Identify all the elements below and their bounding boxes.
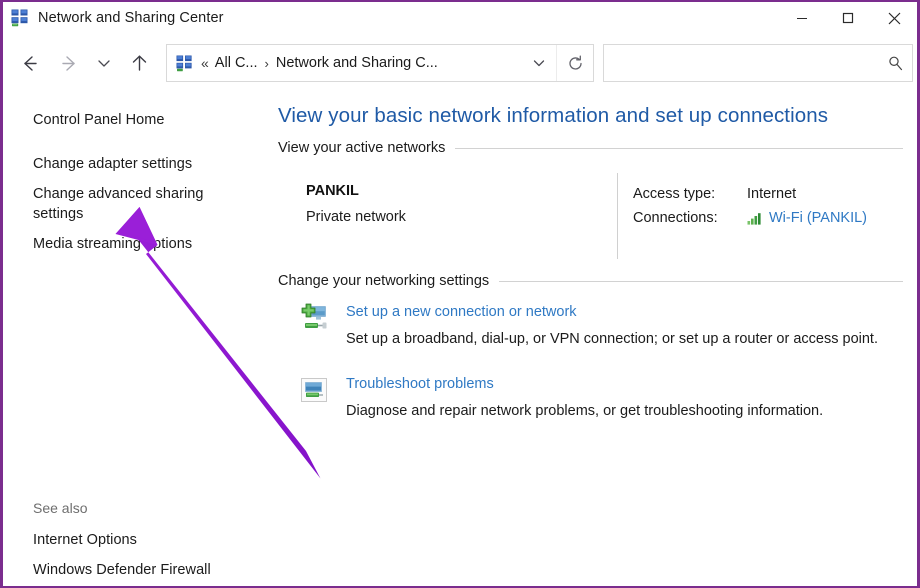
wifi-connection-link[interactable]: Wi-Fi (PANKIL): [769, 210, 867, 226]
breadcrumb-overflow[interactable]: «: [201, 55, 215, 71]
section-rule: [499, 280, 903, 282]
wifi-signal-icon: [747, 212, 763, 225]
breadcrumb-item-all-control-panel[interactable]: All C...: [215, 55, 258, 71]
network-name: PANKIL: [306, 183, 359, 199]
recent-locations-button[interactable]: [89, 43, 119, 83]
sidebar-item-control-panel-home[interactable]: Control Panel Home: [33, 110, 233, 130]
sidebar-item-windows-defender-firewall[interactable]: Windows Defender Firewall: [33, 560, 263, 580]
network-type: Private network: [306, 209, 406, 225]
back-button[interactable]: [9, 43, 49, 83]
network-icon: [11, 9, 29, 27]
search-input[interactable]: [614, 54, 878, 72]
sidebar-item-change-adapter-settings[interactable]: Change adapter settings: [33, 154, 233, 174]
page-title: View your basic network information and …: [278, 104, 829, 127]
section-rule: [455, 147, 903, 149]
sidebar-item-internet-options[interactable]: Internet Options: [33, 530, 243, 550]
search-box[interactable]: [603, 44, 913, 82]
network-sharing-center-window: Network and Sharing Center « All C... › …: [0, 0, 920, 588]
see-also-label: See also: [33, 500, 88, 516]
up-button[interactable]: [119, 43, 159, 83]
forward-button[interactable]: [49, 43, 89, 83]
content-area: Control Panel Home Change adapter settin…: [3, 90, 917, 586]
sidebar-item-media-streaming-options[interactable]: Media streaming options: [33, 234, 233, 254]
close-button[interactable]: [871, 2, 917, 34]
task-title-troubleshoot-problems[interactable]: Troubleshoot problems: [346, 376, 494, 392]
section-view-active-networks: View your active networks: [278, 140, 903, 156]
sidebar: Control Panel Home Change adapter settin…: [3, 90, 271, 586]
task-title-set-up-new-connection[interactable]: Set up a new connection or network: [346, 304, 577, 320]
access-type-label: Access type:: [633, 186, 716, 202]
task-description: Diagnose and repair network problems, or…: [346, 403, 824, 419]
main-pane: View your basic network information and …: [271, 90, 917, 586]
new-connection-icon: [298, 302, 330, 334]
minimize-button[interactable]: [779, 2, 825, 34]
access-type-value: Internet: [747, 186, 797, 202]
title-bar: Network and Sharing Center: [3, 2, 917, 34]
task-description: Set up a broadband, dial-up, or VPN conn…: [346, 331, 878, 347]
connections-value[interactable]: Wi-Fi (PANKIL): [747, 210, 867, 226]
search-icon[interactable]: [878, 55, 912, 72]
breadcrumb-separator[interactable]: ›: [258, 56, 276, 71]
caption-buttons: [779, 2, 917, 34]
sidebar-item-change-advanced-sharing-settings[interactable]: Change advanced sharing settings: [33, 184, 218, 224]
address-toolbar: « All C... › Network and Sharing C...: [3, 36, 917, 90]
section-label: View your active networks: [278, 140, 446, 156]
active-network-panel: PANKIL Private network Access type: Inte…: [278, 173, 903, 263]
address-dropdown-button[interactable]: [522, 45, 556, 81]
window-title: Network and Sharing Center: [38, 10, 224, 26]
maximize-button[interactable]: [825, 2, 871, 34]
refresh-button[interactable]: [556, 45, 593, 81]
section-label: Change your networking settings: [278, 273, 490, 289]
address-bar[interactable]: « All C... › Network and Sharing C...: [166, 44, 594, 82]
network-icon: [176, 55, 193, 72]
section-change-networking-settings: Change your networking settings: [278, 273, 903, 289]
troubleshoot-icon: [298, 374, 330, 406]
breadcrumb-item-network-sharing-center[interactable]: Network and Sharing C...: [276, 55, 438, 71]
panel-divider: [617, 173, 618, 259]
connections-label: Connections:: [633, 210, 718, 226]
